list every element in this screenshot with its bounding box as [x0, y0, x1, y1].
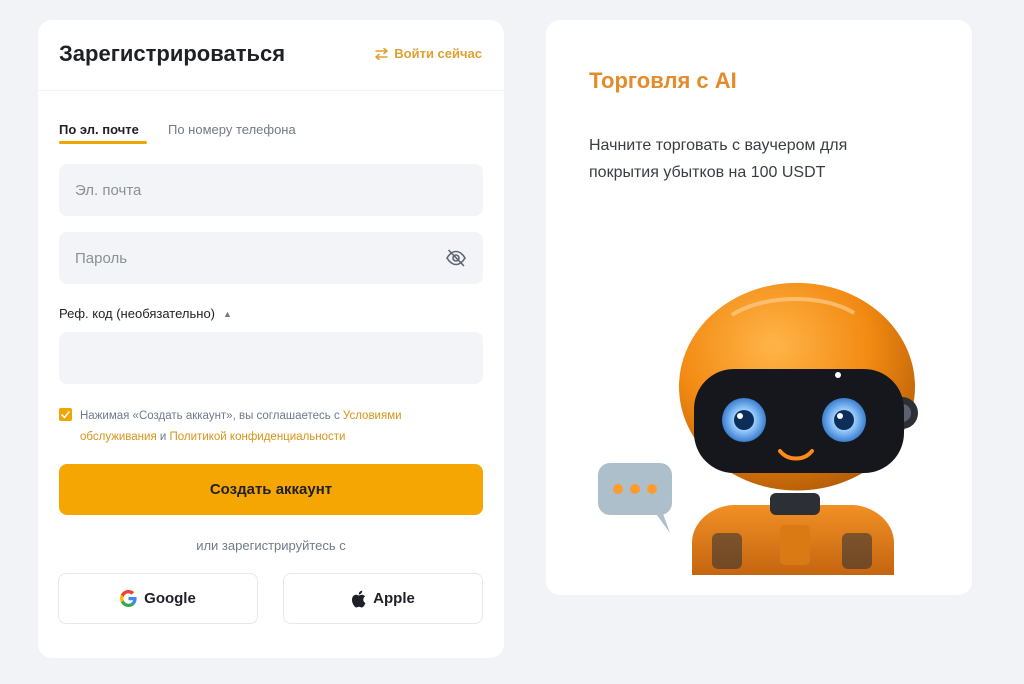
email-field-wrapper — [59, 164, 483, 216]
create-account-button[interactable]: Создать аккаунт — [59, 464, 483, 515]
eye-off-icon[interactable] — [445, 247, 467, 269]
robot-illustration — [598, 282, 918, 575]
referral-toggle[interactable]: Реф. код (необязательно) ▲ — [59, 306, 232, 321]
or-register-with-text: или зарегистрируйтесь с — [196, 538, 346, 553]
email-field[interactable] — [75, 181, 467, 199]
referral-label: Реф. код (необязательно) — [59, 306, 215, 321]
chat-bubble-icon — [598, 463, 672, 533]
password-field-wrapper — [59, 232, 483, 284]
password-field[interactable] — [75, 249, 445, 267]
agreement-checkbox[interactable] — [59, 408, 72, 421]
apple-label: Apple — [373, 590, 415, 607]
check-icon — [61, 410, 70, 418]
header-divider — [38, 90, 504, 91]
agreement-text: Нажимая «Создать аккаунт», вы соглашаете… — [80, 406, 460, 448]
swap-arrows-icon — [375, 47, 388, 60]
google-label: Google — [144, 590, 196, 607]
caret-up-icon: ▲ — [223, 308, 232, 319]
register-card: Зарегистрироваться Войти сейчас По эл. п… — [38, 20, 504, 658]
tab-email[interactable]: По эл. почте — [59, 122, 139, 137]
privacy-link[interactable]: Политикой конфиденциальности — [170, 431, 346, 443]
promo-card: Торговля с AI Начните торговать с ваучер… — [546, 20, 972, 595]
promo-title: Торговля с AI — [589, 68, 737, 93]
google-signup-button[interactable]: Google — [58, 573, 258, 624]
apple-signup-button[interactable]: Apple — [283, 573, 483, 624]
referral-field-wrapper — [59, 332, 483, 384]
tab-phone[interactable]: По номеру телефона — [168, 122, 296, 137]
apple-logo-icon — [352, 590, 366, 608]
referral-code-field[interactable] — [75, 349, 467, 367]
promo-text: Начните торговать с ваучером для покрыти… — [589, 137, 848, 181]
google-logo-icon — [120, 590, 137, 607]
login-now-label: Войти сейчас — [394, 46, 482, 61]
page-title: Зарегистрироваться — [59, 41, 286, 66]
agreement-middle: и — [156, 431, 170, 443]
login-now-link[interactable]: Войти сейчас — [374, 46, 482, 61]
agreement-prefix: Нажимая «Создать аккаунт», вы соглашаете… — [80, 410, 343, 422]
active-tab-indicator — [59, 141, 147, 144]
